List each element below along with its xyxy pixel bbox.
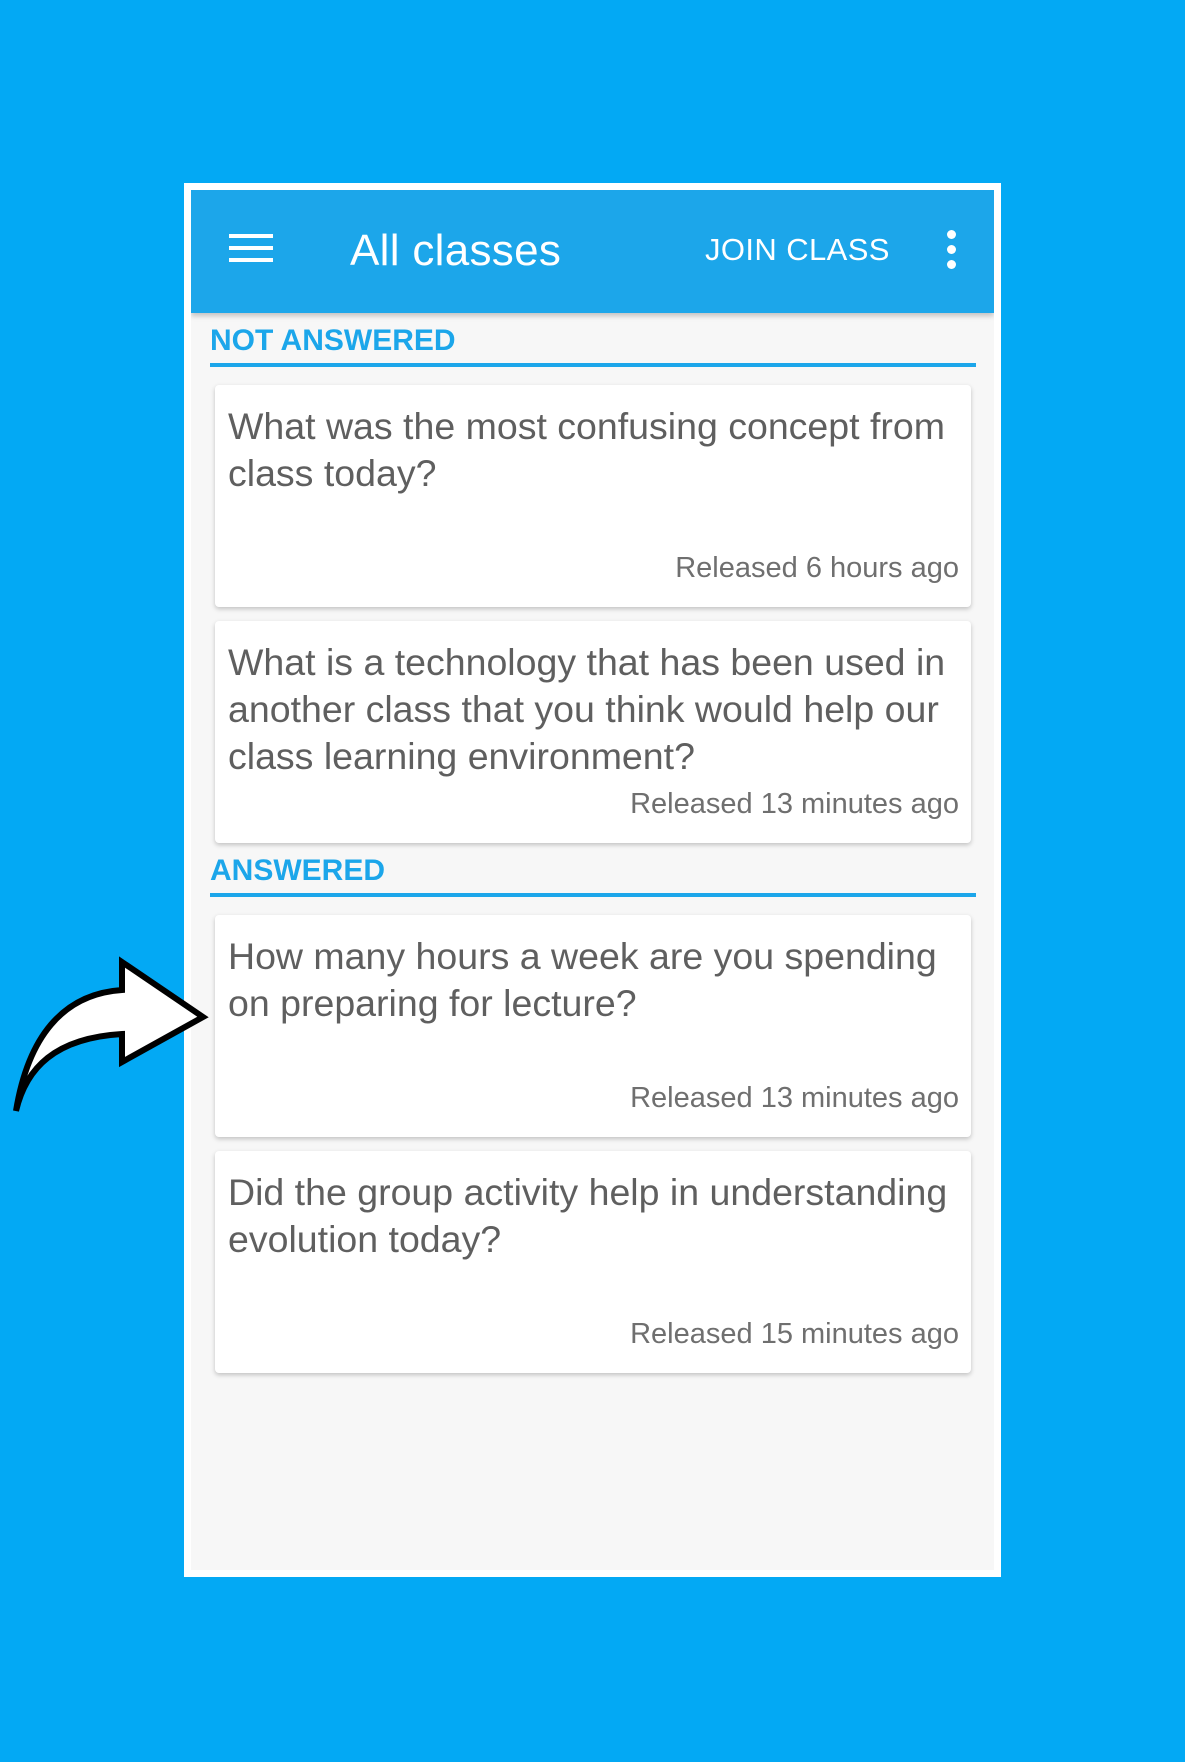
curved-arrow-icon [13, 956, 209, 1112]
phone-frame: All classes JOIN CLASS NOT ANSWERED What… [184, 183, 1001, 1577]
question-text: What is a technology that has been used … [228, 641, 946, 777]
question-card[interactable]: What is a technology that has been used … [215, 621, 971, 843]
app-screen: All classes JOIN CLASS NOT ANSWERED What… [191, 190, 994, 1570]
section-header-answered: ANSWERED [210, 853, 976, 897]
hamburger-menu-icon[interactable] [229, 230, 273, 266]
release-time: Released 13 minutes ago [630, 1082, 959, 1114]
release-time: Released 13 minutes ago [630, 788, 959, 820]
join-class-button[interactable]: JOIN CLASS [705, 230, 890, 270]
release-time: Released 6 hours ago [675, 552, 959, 584]
page-title: All classes [350, 226, 562, 275]
app-bar: All classes JOIN CLASS [191, 190, 994, 313]
question-text: Did the group activity help in understan… [228, 1171, 948, 1260]
release-time: Released 15 minutes ago [630, 1318, 959, 1350]
question-text: What was the most confusing concept from… [228, 405, 945, 494]
question-card[interactable]: What was the most confusing concept from… [215, 385, 971, 607]
section-header-not-answered: NOT ANSWERED [210, 323, 976, 367]
more-vertical-icon[interactable] [941, 230, 965, 270]
question-card[interactable]: How many hours a week are you spending o… [215, 915, 971, 1137]
question-card[interactable]: Did the group activity help in understan… [215, 1151, 971, 1373]
question-text: How many hours a week are you spending o… [228, 935, 937, 1024]
